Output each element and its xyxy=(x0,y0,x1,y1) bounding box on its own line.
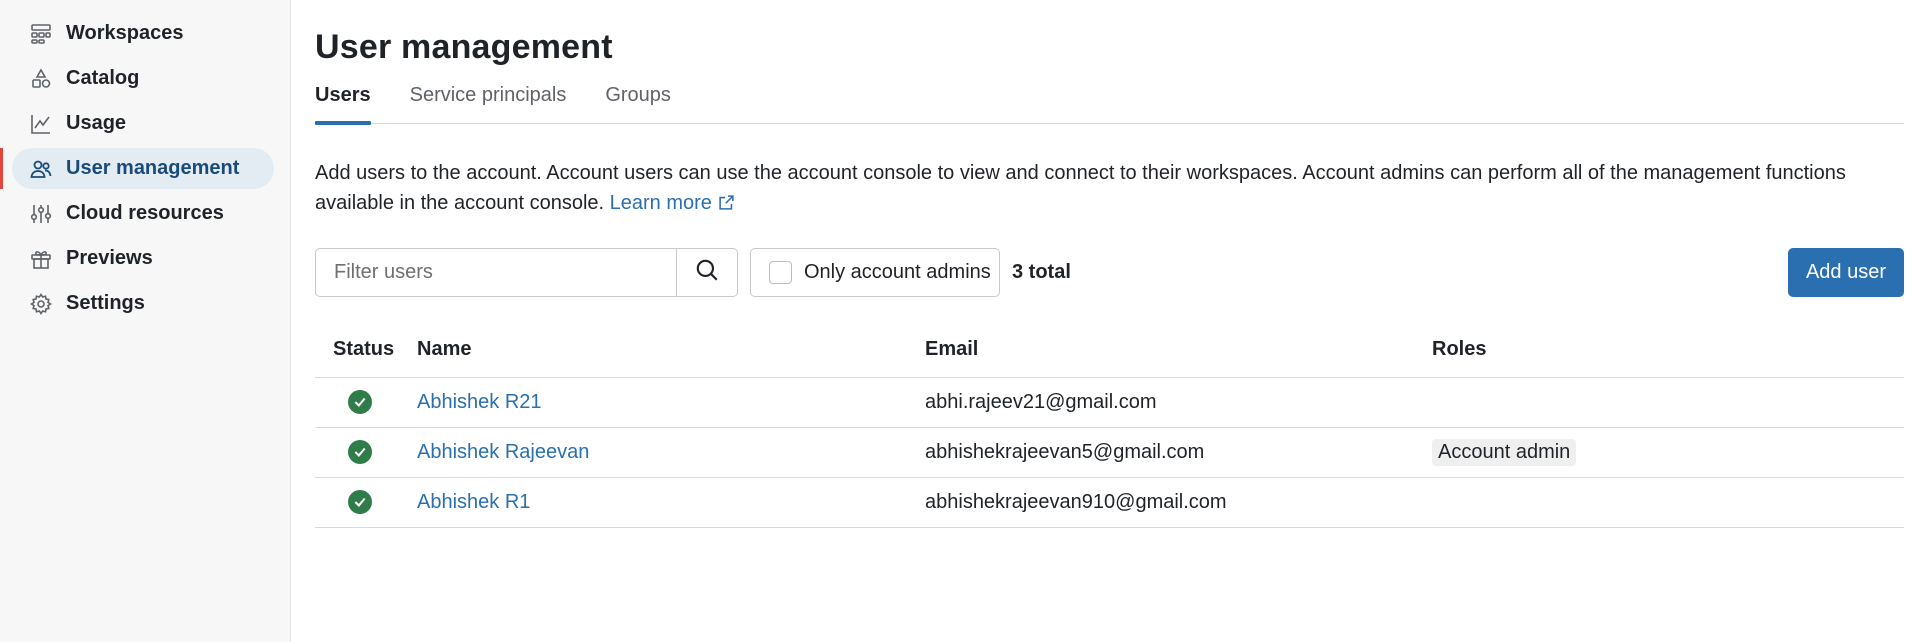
sidebar-item-settings[interactable]: Settings xyxy=(12,283,274,324)
active-status-icon xyxy=(348,490,372,514)
status-cell xyxy=(315,427,399,478)
sidebar-item-catalog[interactable]: Catalog xyxy=(12,58,274,99)
sidebar-item-usage[interactable]: Usage xyxy=(12,103,274,144)
tab-users[interactable]: Users xyxy=(315,79,371,125)
usage-chart-icon xyxy=(28,111,54,137)
active-status-icon xyxy=(348,390,372,414)
only-account-admins-toggle[interactable]: Only account admins xyxy=(750,248,1000,297)
user-name-link[interactable]: Abhishek R21 xyxy=(417,391,542,413)
roles-cell xyxy=(1414,377,1904,428)
email-cell: abhi.rajeev21@gmail.com xyxy=(907,377,1414,428)
account-admins-checkbox[interactable] xyxy=(769,261,792,284)
sidebar-item-label: Previews xyxy=(66,247,153,269)
user-name-link[interactable]: Abhishek Rajeevan xyxy=(417,441,589,463)
role-badge: Account admin xyxy=(1432,438,1577,466)
total-count: 3 total xyxy=(1012,261,1071,283)
catalog-icon xyxy=(28,66,54,92)
user-name-link[interactable]: Abhishek R1 xyxy=(417,491,530,513)
sidebar-item-workspaces[interactable]: Workspaces xyxy=(12,13,274,54)
sidebar: Workspaces Catalog Usage User management… xyxy=(0,0,291,642)
sidebar-item-label: Settings xyxy=(66,292,145,314)
page-title: User management xyxy=(315,28,613,66)
table-row: Abhishek Rajeevan abhishekrajeevan5@gmai… xyxy=(315,427,1904,478)
workspaces-icon xyxy=(28,21,54,47)
name-cell: Abhishek R1 xyxy=(399,477,907,528)
name-cell: Abhishek R21 xyxy=(399,377,907,428)
sidebar-item-label: Catalog xyxy=(66,67,140,89)
description-text: Add users to the account. Account users … xyxy=(315,162,1846,214)
gear-icon xyxy=(28,291,54,317)
search-input[interactable] xyxy=(316,249,676,296)
sidebar-item-label: Cloud resources xyxy=(66,202,224,224)
column-header-name[interactable]: Name xyxy=(399,323,907,378)
sidebar-item-previews[interactable]: Previews xyxy=(12,238,274,279)
table-row: Abhishek R1 abhishekrajeevan910@gmail.co… xyxy=(315,477,1904,528)
search-icon xyxy=(694,257,720,288)
tab-groups[interactable]: Groups xyxy=(605,79,671,124)
external-link-icon xyxy=(718,190,735,220)
main-content: User management Users Service principals… xyxy=(291,0,1915,642)
users-icon xyxy=(28,156,54,182)
filter-toolbar: Only account admins 3 total Add user xyxy=(315,248,1904,297)
learn-more-label: Learn more xyxy=(609,192,712,214)
table-row: Abhishek R21 abhi.rajeev21@gmail.com xyxy=(315,377,1904,428)
tab-bar: Users Service principals Groups xyxy=(315,79,1904,125)
tab-service-principals[interactable]: Service principals xyxy=(410,79,567,124)
add-user-button[interactable]: Add user xyxy=(1788,248,1904,297)
name-cell: Abhishek Rajeevan xyxy=(399,427,907,478)
status-cell xyxy=(315,477,399,528)
sidebar-item-label: User management xyxy=(66,157,240,179)
column-header-roles[interactable]: Roles xyxy=(1414,323,1904,378)
column-header-email[interactable]: Email xyxy=(907,323,1414,378)
page-description: Add users to the account. Account users … xyxy=(315,158,1915,220)
search-button[interactable] xyxy=(676,249,737,296)
sliders-icon xyxy=(28,201,54,227)
account-admins-label: Only account admins xyxy=(804,261,991,283)
email-cell: abhishekrajeevan910@gmail.com xyxy=(907,477,1414,528)
search-box xyxy=(315,248,738,297)
status-cell xyxy=(315,377,399,428)
roles-cell: Account admin xyxy=(1414,427,1904,478)
gift-icon xyxy=(28,246,54,272)
email-cell: abhishekrajeevan5@gmail.com xyxy=(907,427,1414,478)
active-status-icon xyxy=(348,440,372,464)
roles-cell xyxy=(1414,477,1904,528)
learn-more-link[interactable]: Learn more xyxy=(610,192,735,214)
sidebar-item-user-management[interactable]: User management xyxy=(0,148,274,189)
sidebar-item-cloud-resources[interactable]: Cloud resources xyxy=(12,193,274,234)
column-header-status[interactable]: Status xyxy=(315,323,399,378)
table-header-row: Status Name Email Roles xyxy=(315,323,1904,378)
users-table: Status Name Email Roles Abhishek R21 abh… xyxy=(315,323,1904,528)
sidebar-item-label: Usage xyxy=(66,112,127,134)
sidebar-item-label: Workspaces xyxy=(66,22,184,44)
